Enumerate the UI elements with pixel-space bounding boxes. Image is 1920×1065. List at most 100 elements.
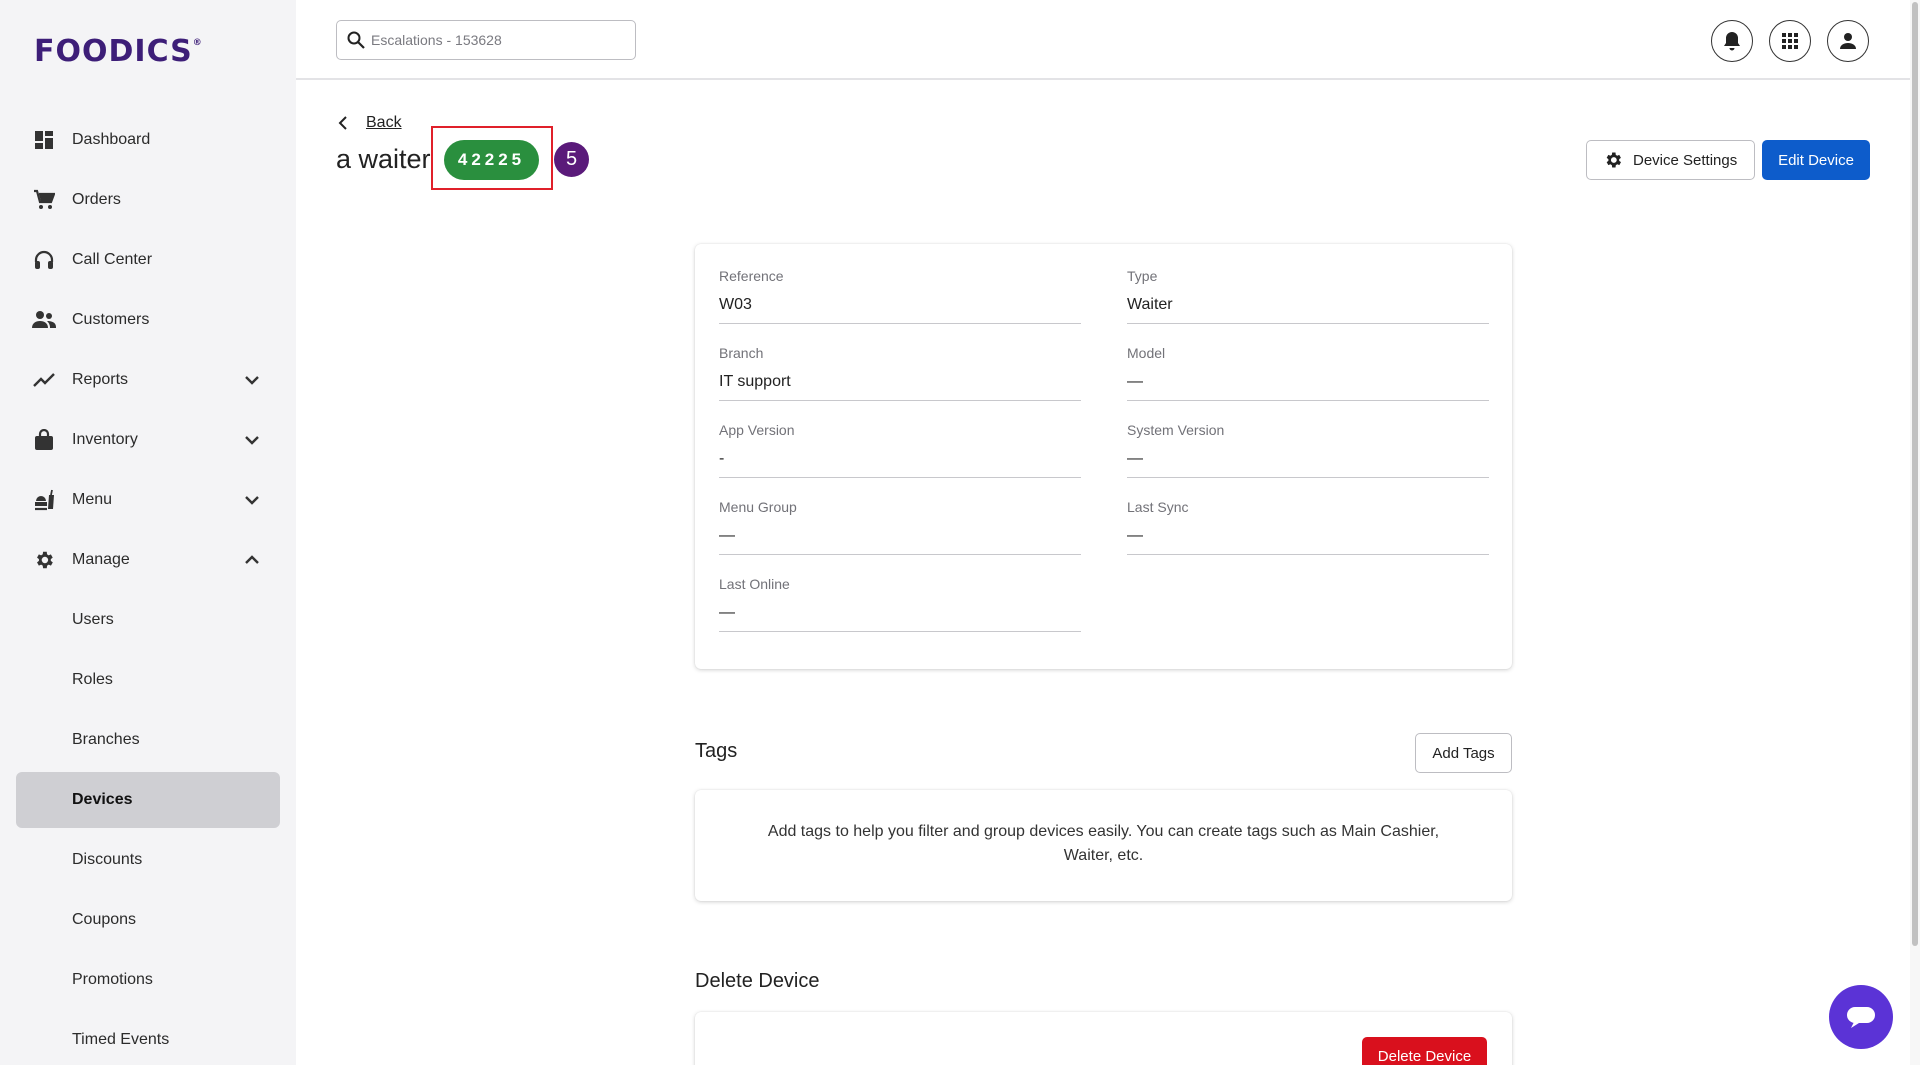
edit-device-button[interactable]: Edit Device <box>1762 140 1870 180</box>
delete-device-button[interactable]: Delete Device <box>1362 1037 1487 1065</box>
top-header <box>296 0 1910 80</box>
sidebar-item-users[interactable]: Users <box>16 592 280 648</box>
sidebar-item-label: Menu <box>72 491 113 508</box>
foodics-logo[interactable]: FOODICS® <box>34 34 203 69</box>
sidebar-item-discounts[interactable]: Discounts <box>16 832 280 888</box>
dashboard-icon <box>32 128 56 152</box>
chevron-down-icon <box>245 436 259 445</box>
sidebar-item-label: Manage <box>72 551 130 568</box>
chat-support-button[interactable] <box>1829 985 1893 1049</box>
field-menu-group: Menu Group — <box>719 499 1081 555</box>
field-reference: Reference W03 <box>719 268 1081 324</box>
bag-icon <box>32 428 56 452</box>
highlight-box <box>431 126 553 190</box>
search-icon <box>347 31 365 49</box>
sidebar-item-label: Discounts <box>72 851 143 868</box>
gear-icon <box>32 548 56 572</box>
sidebar-item-label: Customers <box>72 311 150 328</box>
chevron-down-icon <box>245 376 259 385</box>
field-last-sync: Last Sync — <box>1127 499 1489 555</box>
user-account-icon <box>1840 33 1856 49</box>
field-value: — <box>1127 450 1143 467</box>
sidebar-item-label: Users <box>72 611 114 628</box>
account-button[interactable] <box>1827 20 1869 62</box>
sidebar-item-label: Call Center <box>72 251 153 268</box>
sidebar-item-coupons[interactable]: Coupons <box>16 892 280 948</box>
chevron-left-icon <box>338 116 347 130</box>
tags-section-title: Tags <box>695 740 738 762</box>
sidebar-item-label: Coupons <box>72 911 137 928</box>
field-label: Menu Group <box>719 499 797 515</box>
delete-section-title: Delete Device <box>695 970 820 992</box>
notifications-button[interactable] <box>1711 20 1753 62</box>
sidebar-item-timed-events[interactable]: Timed Events <box>16 1012 280 1065</box>
device-settings-button[interactable]: Device Settings <box>1586 140 1755 180</box>
sidebar-item-promotions[interactable]: Promotions <box>16 952 280 1008</box>
back-link[interactable]: Back <box>338 114 402 132</box>
cart-icon <box>32 188 56 212</box>
chevron-down-icon <box>245 496 259 505</box>
field-label: Reference <box>719 268 784 284</box>
sidebar-item-dashboard[interactable]: Dashboard <box>16 112 280 168</box>
sidebar-item-label: Dashboard <box>72 131 151 148</box>
field-type: Type Waiter <box>1127 268 1489 324</box>
field-system-version: System Version — <box>1127 422 1489 478</box>
sidebar-item-label: Roles <box>72 671 113 688</box>
device-details-card: Reference W03 Type Waiter Branch IT supp… <box>695 244 1512 669</box>
sidebar-item-label: Reports <box>72 371 129 388</box>
field-value: W03 <box>719 296 752 313</box>
back-label: Back <box>366 114 402 131</box>
field-last-online: Last Online — <box>719 576 1081 632</box>
trend-icon <box>32 368 56 392</box>
search-box[interactable] <box>336 20 636 60</box>
field-branch: Branch IT support <box>719 345 1081 401</box>
field-label: Type <box>1127 268 1158 284</box>
chevron-up-icon <box>245 555 259 564</box>
field-value: — <box>1127 527 1143 544</box>
field-value: Waiter <box>1127 296 1173 313</box>
tags-empty-text: Add tags to help you filter and group de… <box>767 823 1440 864</box>
people-icon <box>32 308 56 332</box>
sidebar-item-label: Orders <box>72 191 121 208</box>
field-value: IT support <box>719 373 791 390</box>
field-label: Last Online <box>719 576 790 592</box>
tags-card: Add tags to help you filter and group de… <box>695 790 1512 901</box>
sidebar-item-menu[interactable]: Menu <box>16 472 280 528</box>
sidebar-item-roles[interactable]: Roles <box>16 652 280 708</box>
chat-bubble-icon <box>1847 1007 1875 1028</box>
bell-icon <box>1724 32 1740 51</box>
sidebar-item-call-center[interactable]: Call Center <box>16 232 280 288</box>
field-label: Last Sync <box>1127 499 1189 515</box>
field-label: Model <box>1127 345 1166 361</box>
sidebar-item-customers[interactable]: Customers <box>16 292 280 348</box>
field-value: — <box>719 604 735 621</box>
device-settings-label: Device Settings <box>1633 151 1738 169</box>
apps-button[interactable] <box>1769 20 1811 62</box>
apps-grid-icon <box>1782 33 1798 49</box>
sidebar-item-label: Promotions <box>72 971 153 988</box>
sidebar-item-devices[interactable]: Devices <box>16 772 280 828</box>
sidebar-item-label: Branches <box>72 731 140 748</box>
sidebar-item-reports[interactable]: Reports <box>16 352 280 408</box>
sidebar-item-inventory[interactable]: Inventory <box>16 412 280 468</box>
field-label: App Version <box>719 422 795 438</box>
field-value: — <box>1127 373 1143 390</box>
sidebar-item-branches[interactable]: Branches <box>16 712 280 768</box>
field-model: Model — <box>1127 345 1489 401</box>
field-label: Branch <box>719 345 764 361</box>
sidebar: FOODICS® Dashboard Orders Call Center Cu… <box>0 0 296 1065</box>
delete-card: Delete Device <box>695 1012 1512 1065</box>
search-input[interactable] <box>371 32 611 48</box>
gear-icon <box>1606 152 1621 168</box>
scrollbar-thumb[interactable] <box>1912 2 1918 946</box>
step-marker: 5 <box>554 142 589 177</box>
sidebar-item-label: Timed Events <box>72 1031 170 1048</box>
field-label: System Version <box>1127 422 1225 438</box>
sidebar-item-label: Devices <box>72 791 133 808</box>
sidebar-item-manage[interactable]: Manage <box>16 532 280 588</box>
sidebar-item-orders[interactable]: Orders <box>16 172 280 228</box>
field-app-version: App Version - <box>719 422 1081 478</box>
sidebar-item-label: Inventory <box>72 431 138 448</box>
headset-icon <box>32 248 56 272</box>
add-tags-button[interactable]: Add Tags <box>1415 733 1512 773</box>
